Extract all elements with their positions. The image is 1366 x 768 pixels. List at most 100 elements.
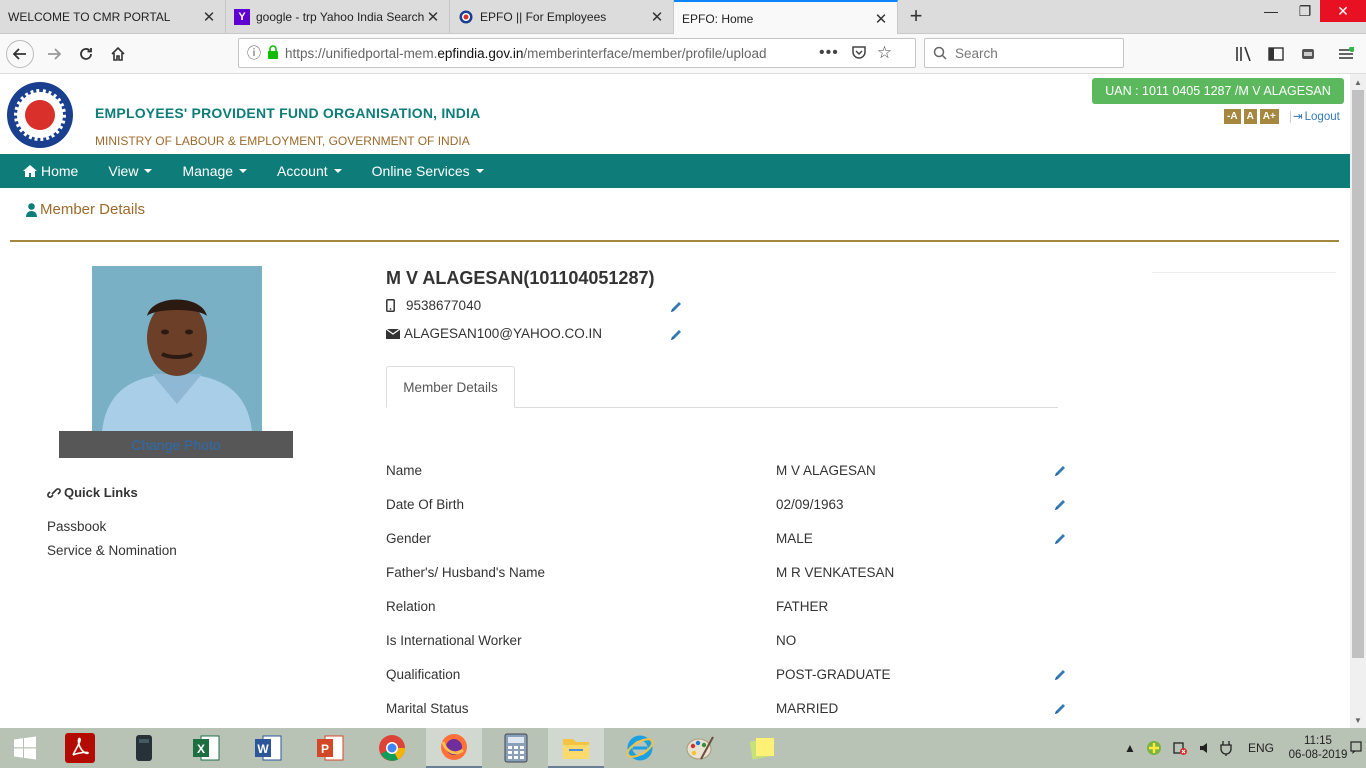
tray-chevron-up-icon[interactable]: ▲: [1124, 728, 1136, 768]
window-close-button[interactable]: ✕: [1320, 0, 1366, 22]
sticky-notes-icon: [749, 738, 774, 760]
nav-online-services-label: Online Services: [371, 163, 470, 179]
nav-account[interactable]: Account: [262, 154, 357, 188]
row-value-marital: MARRIED: [776, 701, 839, 716]
page-scrollbar[interactable]: ▲ ▼: [1350, 74, 1366, 728]
volume-icon[interactable]: [1198, 728, 1214, 768]
row-value-qualification: POST-GRADUATE: [776, 667, 891, 682]
menu-icon[interactable]: [1336, 44, 1356, 64]
logout-link[interactable]: ⇥ Logout: [1290, 109, 1340, 123]
back-button[interactable]: [6, 40, 34, 68]
browser-tab-epfo-home[interactable]: EPFO: Home ✕: [674, 0, 898, 35]
edit-dob-pencil-icon[interactable]: [1053, 498, 1067, 512]
taskbar-calculator[interactable]: [488, 728, 544, 768]
font-normal-button[interactable]: A: [1243, 109, 1257, 124]
taskbar-app-dark[interactable]: [116, 728, 172, 768]
edit-email-pencil-icon[interactable]: [669, 328, 683, 342]
nav-view-label: View: [108, 163, 139, 179]
edit-gender-pencil-icon[interactable]: [1053, 532, 1067, 546]
reload-icon: [80, 48, 92, 60]
reload-button[interactable]: [72, 40, 100, 68]
home-button[interactable]: [104, 40, 132, 68]
tray-app-icon[interactable]: [1146, 728, 1162, 768]
info-icon[interactable]: ⓘ: [247, 43, 261, 63]
quick-link-service-nomination[interactable]: Service & Nomination: [47, 543, 177, 558]
clock-date: 06-08-2019: [1288, 749, 1348, 761]
edit-marital-pencil-icon[interactable]: [1053, 702, 1067, 716]
notification-icon[interactable]: [1350, 740, 1362, 756]
taskbar-excel[interactable]: X: [178, 728, 234, 768]
arrow-left-icon: [12, 48, 26, 60]
quick-links-label: Quick Links: [64, 485, 138, 500]
taskbar-paint[interactable]: [672, 728, 728, 768]
browser-tab-yahoo[interactable]: Y google - trp Yahoo India Search ✕: [226, 0, 450, 34]
search-placeholder: Search: [955, 45, 998, 61]
power-plug-icon[interactable]: [1220, 728, 1232, 768]
browser-toolbar: ⓘ https://unifiedportal-mem.epfindia.gov…: [0, 34, 1366, 74]
close-icon[interactable]: ✕: [425, 9, 441, 26]
scroll-down-arrow-icon[interactable]: ▼: [1350, 712, 1366, 728]
sidebar-icon[interactable]: [1266, 44, 1286, 64]
home-icon: [23, 165, 37, 177]
quick-link-passbook[interactable]: Passbook: [47, 519, 106, 534]
taskbar-file-explorer[interactable]: [548, 728, 604, 768]
row-value-intl-worker: NO: [776, 633, 797, 648]
pocket-icon[interactable]: [851, 44, 867, 63]
folder-icon: [563, 739, 589, 759]
font-increase-button[interactable]: A+: [1259, 109, 1279, 124]
edit-phone-pencil-icon[interactable]: [669, 300, 683, 314]
taskbar-acrobat[interactable]: [52, 728, 108, 768]
close-icon[interactable]: ✕: [873, 11, 889, 28]
arrow-right-icon: [48, 48, 62, 60]
right-panel-divider: [1152, 272, 1336, 273]
taskbar-internet-explorer[interactable]: [612, 728, 668, 768]
page-actions-icon[interactable]: •••: [819, 44, 839, 62]
quick-links-title: Quick Links: [47, 485, 138, 500]
browser-tab-cmr[interactable]: WELCOME TO CMR PORTAL ✕: [0, 0, 226, 34]
nav-home[interactable]: Home: [0, 154, 93, 188]
windows-icon: [14, 736, 36, 760]
row-value-name: M V ALAGESAN: [776, 463, 876, 478]
change-photo-button[interactable]: Change Photo: [59, 431, 293, 458]
close-icon[interactable]: ✕: [649, 9, 665, 26]
taskbar-firefox[interactable]: [426, 728, 482, 768]
network-icon[interactable]: [1172, 728, 1188, 768]
calculator-icon: [504, 733, 528, 763]
address-bar[interactable]: ⓘ https://unifiedportal-mem.epfindia.gov…: [238, 38, 916, 68]
taskbar-sticky-notes[interactable]: [734, 728, 790, 768]
start-button[interactable]: [0, 728, 50, 768]
font-decrease-button[interactable]: -A: [1224, 109, 1241, 124]
taskbar-clock[interactable]: 11:15 06-08-2019: [1288, 734, 1348, 762]
tab-member-details[interactable]: Member Details: [386, 366, 515, 408]
user-icon: [26, 202, 37, 217]
row-value-gender: MALE: [776, 531, 813, 546]
nav-manage[interactable]: Manage: [167, 154, 262, 188]
nav-online-services[interactable]: Online Services: [357, 154, 499, 188]
forward-button[interactable]: [40, 40, 68, 68]
svg-text:W: W: [257, 742, 269, 756]
extension-icon[interactable]: [1298, 44, 1318, 64]
scrollbar-thumb[interactable]: [1352, 90, 1364, 658]
home-icon: [111, 46, 125, 61]
org-name: EMPLOYEES' PROVIDENT FUND ORGANISATION, …: [95, 105, 481, 121]
close-icon[interactable]: ✕: [201, 9, 217, 26]
language-indicator[interactable]: ENG: [1248, 728, 1274, 768]
taskbar-word[interactable]: W: [240, 728, 296, 768]
nav-view[interactable]: View: [93, 154, 167, 188]
taskbar-powerpoint[interactable]: P: [302, 728, 358, 768]
taskbar-chrome[interactable]: [364, 728, 420, 768]
search-bar[interactable]: Search: [924, 38, 1124, 68]
chrome-icon: [379, 735, 405, 761]
library-icon[interactable]: [1234, 44, 1254, 64]
row-label-qualification: Qualification: [386, 667, 461, 682]
edit-qualification-pencil-icon[interactable]: [1053, 668, 1067, 682]
browser-tab-epfo-employees[interactable]: EPFO || For Employees ✕: [450, 0, 674, 34]
nav-account-label: Account: [277, 163, 328, 179]
edit-name-pencil-icon[interactable]: [1053, 464, 1067, 478]
bookmark-star-icon[interactable]: ☆: [877, 43, 892, 63]
scroll-up-arrow-icon[interactable]: ▲: [1350, 74, 1366, 90]
restore-button[interactable]: ❐: [1288, 0, 1322, 22]
tab-label: google - trp Yahoo India Search: [256, 10, 425, 24]
minimize-button[interactable]: —: [1254, 0, 1288, 22]
new-tab-button[interactable]: +: [904, 4, 928, 30]
